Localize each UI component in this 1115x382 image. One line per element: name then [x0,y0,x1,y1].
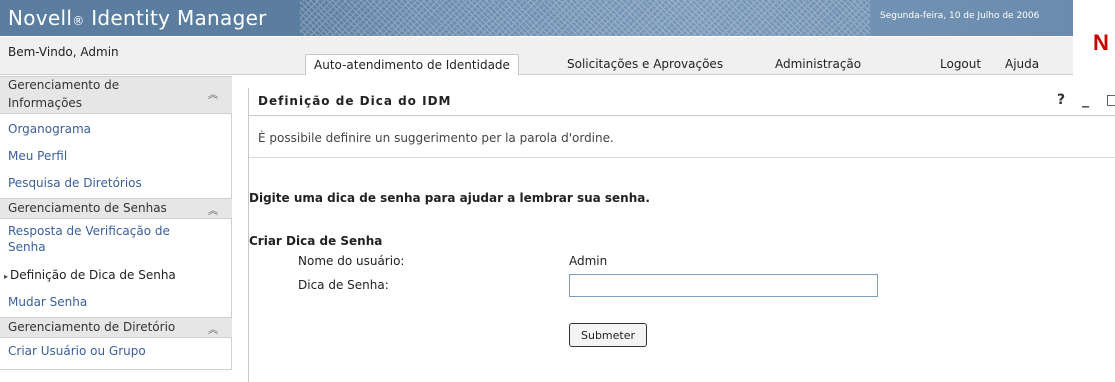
double-chevron-up-icon[interactable]: ︽ [208,86,218,101]
help-link[interactable]: Ajuda [1005,57,1039,71]
sidebar-item-challenge-response-cont[interactable]: Senha [8,240,46,254]
sidebar-item-directory-search[interactable]: Pesquisa de Diretórios [8,176,142,190]
banner-texture [300,0,870,36]
main-panel: Definição de Dica do IDM ? _ □ È possibi… [248,88,1115,382]
registered-mark: ® [72,14,85,28]
username-label: Nome do usuário: [298,254,405,268]
banner: Novell® Identity Manager Segunda-feira, … [0,0,1115,55]
help-icon[interactable]: ? [1057,92,1065,108]
section-title-line1: Gerenciamento de [8,78,120,92]
username-value: Admin [569,254,608,268]
password-hint-input[interactable] [569,274,878,297]
sidebar-item-my-profile[interactable]: Meu Perfil [8,149,67,163]
minimize-icon[interactable]: _ [1082,92,1089,108]
sidebar-item-password-hint[interactable]: Definição de Dica de Senha [4,268,176,282]
section-info-management[interactable]: Gerenciamento de Informações ︽ [0,76,232,114]
instructions-text: Digite uma dica de senha para ajudar a l… [249,191,650,205]
panel-header: Definição de Dica do IDM ? _ □ [249,88,1115,116]
banner-date: Segunda-feira, 10 de Julho de 2006 [880,11,1040,21]
divider [249,157,1115,158]
info-message: È possibile definire un suggerimento per… [258,131,614,145]
panel-tools: ? _ □ [1057,92,1115,108]
app-title-brand: Novell [8,6,73,30]
sidebar: Gerenciamento de Informações ︽ Organogra… [0,76,232,370]
sidebar-item-change-password[interactable]: Mudar Senha [8,295,87,309]
form-title: Criar Dica de Senha [249,234,383,248]
maximize-icon[interactable]: □ [1106,92,1115,108]
section-title: Gerenciamento de Senhas [8,201,167,215]
sidebar-item-org-chart[interactable]: Organograma [8,122,91,136]
app-title: Novell® Identity Manager [8,6,267,30]
tab-identity-self-service[interactable]: Auto-atendimento de Identidade [305,54,519,75]
double-chevron-up-icon[interactable]: ︽ [208,321,218,336]
tab-administration[interactable]: Administração [775,54,861,75]
section-directory-management[interactable]: Gerenciamento de Diretório ︽ [0,317,232,338]
panel-title: Definição de Dica do IDM [258,94,452,108]
novell-logo: N [1093,30,1109,55]
sidebar-item-challenge-response[interactable]: Resposta de Verificação de [8,224,170,238]
app-window: Novell® Identity Manager Segunda-feira, … [0,0,1115,382]
submit-button[interactable]: Submeter [569,323,647,347]
section-password-management[interactable]: Gerenciamento de Senhas ︽ [0,198,232,219]
sidebar-item-create-user-group[interactable]: Criar Usuário ou Grupo [8,344,146,358]
double-chevron-up-icon[interactable]: ︽ [208,202,218,217]
app-title-product: Identity Manager [84,6,267,30]
welcome-text: Bem-Vindo, Admin [8,45,119,59]
top-nav-bar: Bem-Vindo, Admin Auto-atendimento de Ide… [0,37,1073,75]
logout-link[interactable]: Logout [940,57,981,71]
tab-requests-approvals[interactable]: Solicitações e Aprovações [567,54,723,75]
section-title-line2: Informações [8,96,83,110]
hint-label: Dica de Senha: [298,278,389,292]
section-title: Gerenciamento de Diretório [8,320,176,334]
